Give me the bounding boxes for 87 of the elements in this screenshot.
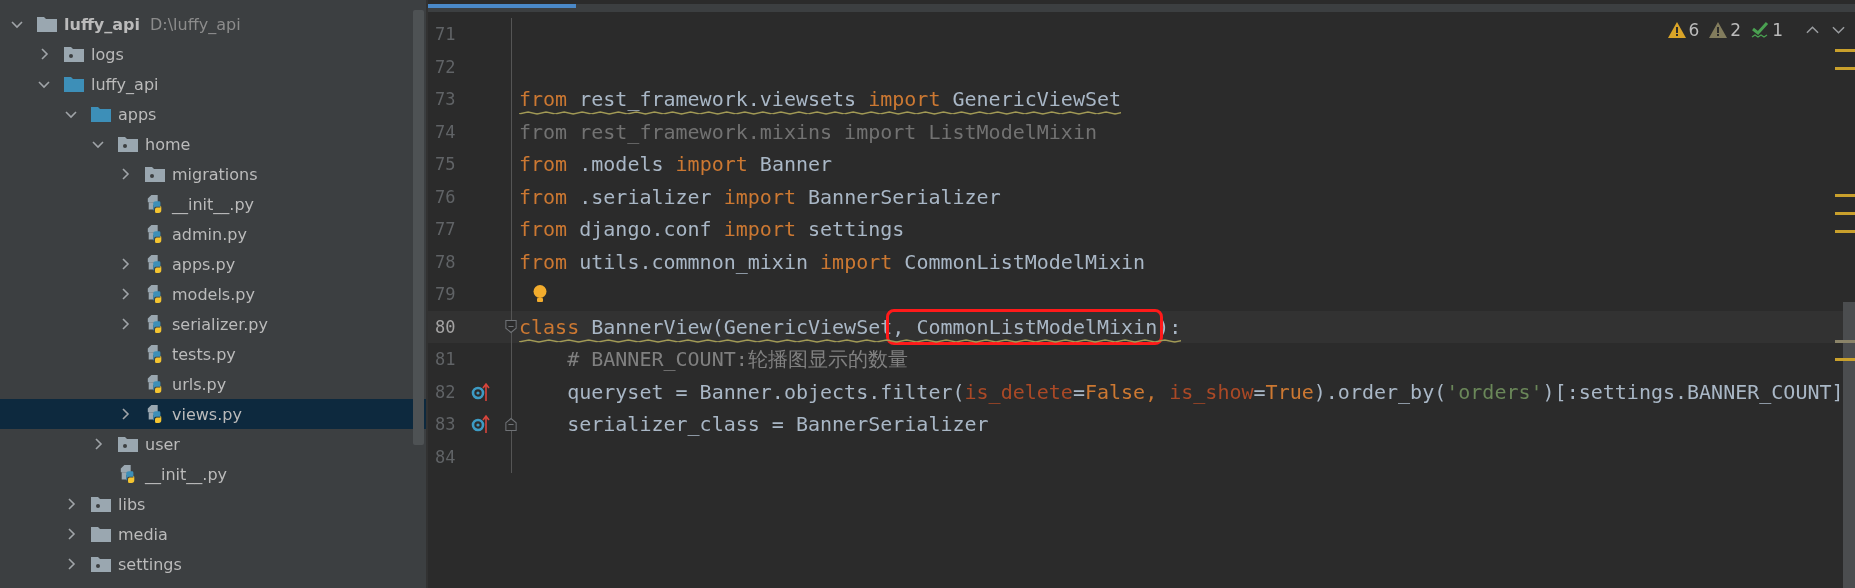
code-line: from utils.commnon_mixin import CommonListModelMixin [519, 248, 1146, 276]
line-number: 71 [434, 24, 457, 45]
tree-item-label: home [145, 134, 191, 154]
tree-row[interactable]: __init__.py [0, 459, 426, 489]
tree-item-label: migrations [172, 164, 258, 184]
tree-row[interactable]: logs [0, 39, 426, 69]
line-number: 74 [434, 121, 457, 142]
tree-item-label: media [118, 524, 168, 544]
tree-row[interactable]: media [0, 519, 426, 549]
tree-item-label: logs [91, 44, 124, 64]
problem-count: 2 [1730, 20, 1742, 40]
problem-count: 1 [1772, 20, 1783, 40]
line-number: 78 [434, 251, 457, 272]
scrollbar-thumb[interactable] [1843, 302, 1855, 588]
tree-row[interactable]: luffy_api [0, 69, 426, 99]
code-line: from rest_framework.viewsets import GenericViewSet [519, 86, 1122, 114]
line-number: 81 [434, 349, 457, 370]
tree-item-label: luffy_api [64, 14, 140, 34]
override-marker-icon[interactable] [471, 414, 491, 435]
tree-item-label: tests.py [172, 344, 236, 364]
line-number: 72 [434, 56, 457, 77]
folder-icon [91, 525, 111, 543]
code-line: from .serializer import BannerSerializer [519, 183, 1001, 211]
tree-item-label: user [145, 434, 180, 454]
code-line: from .models import Banner [519, 151, 833, 179]
tree-item-label: urls.py [172, 374, 227, 394]
folder-icon [64, 75, 84, 93]
scrollbar-thumb[interactable] [413, 10, 424, 445]
path-hint: D:\luffy_api [150, 14, 241, 34]
code-line: serializer_class = BannerSerializer [566, 411, 989, 439]
tree-row[interactable]: views.py [0, 399, 426, 429]
line-number: 84 [434, 446, 457, 467]
tree-row[interactable]: apps.py [0, 249, 426, 279]
tree-row[interactable]: tests.py [0, 339, 426, 369]
tree-row[interactable]: libs [0, 489, 426, 519]
chevron-up-icon[interactable] [1806, 25, 1819, 35]
line-number: 82 [434, 381, 457, 402]
tree-item-label: __init__.py [172, 194, 254, 214]
chevron-down-icon[interactable] [1832, 25, 1845, 35]
folder-icon [91, 555, 111, 573]
folder-icon [118, 435, 138, 453]
tree-item-label: settings [118, 554, 182, 574]
tree-item-label: libs [118, 494, 146, 514]
override-marker-icon[interactable] [471, 381, 491, 402]
problem-count: 6 [1688, 20, 1700, 40]
line-number: 77 [434, 219, 457, 240]
code-line: queryset = Banner.objects.filter(is_delete=False, is_show=True).order_by('orders')[:settings.BANNER_COUNT] [566, 378, 1844, 406]
tree-row[interactable]: serializer.py [0, 309, 426, 339]
folder-icon [118, 135, 138, 153]
warning-icon[interactable] [1709, 22, 1728, 38]
tree-item-label: admin.py [172, 224, 247, 244]
line-number: 83 [434, 414, 457, 435]
line-number: 76 [434, 186, 457, 207]
folder-icon [64, 45, 84, 63]
tree-row[interactable]: settings [0, 549, 426, 579]
tree-row[interactable]: user [0, 429, 426, 459]
folder-icon [91, 495, 111, 513]
tree-row[interactable]: home [0, 129, 426, 159]
fold-marker-icon[interactable] [505, 416, 517, 432]
tree-row[interactable]: migrations [0, 159, 426, 189]
code-line: from django.conf import settings [519, 216, 905, 244]
tree-row[interactable]: models.py [0, 279, 426, 309]
line-number: 73 [434, 89, 457, 110]
tree-row[interactable]: urls.py [0, 369, 426, 399]
lightbulb-icon[interactable] [532, 284, 548, 305]
folder-icon [91, 105, 111, 123]
tree-row[interactable]: luffy_api D:\luffy_api [0, 9, 426, 39]
fold-marker-icon[interactable] [505, 319, 517, 335]
tree-item-label: __init__.py [145, 464, 227, 484]
tree-row[interactable]: __init__.py [0, 189, 426, 219]
tree-item-label: luffy_api [91, 74, 159, 94]
code-line: # BANNER_COUNT:轮播图显示的数量 [566, 346, 908, 374]
tree-row[interactable]: apps [0, 99, 426, 129]
line-number: 79 [434, 284, 457, 305]
check-icon[interactable] [1751, 22, 1770, 38]
tree-item-label: apps.py [172, 254, 236, 274]
line-number: 80 [434, 316, 457, 337]
folder-icon [145, 165, 165, 183]
tree-item-label: apps [118, 104, 157, 124]
line-number: 75 [434, 154, 457, 175]
tree-item-label: serializer.py [172, 314, 268, 334]
tree-item-label: views.py [172, 404, 242, 424]
code-line: from rest_framework.mixins import ListModelMixin [519, 118, 1097, 146]
warning-icon[interactable] [1667, 22, 1686, 38]
tree-item-label: models.py [172, 284, 255, 304]
folder-icon [37, 15, 57, 33]
tree-row[interactable]: admin.py [0, 219, 426, 249]
